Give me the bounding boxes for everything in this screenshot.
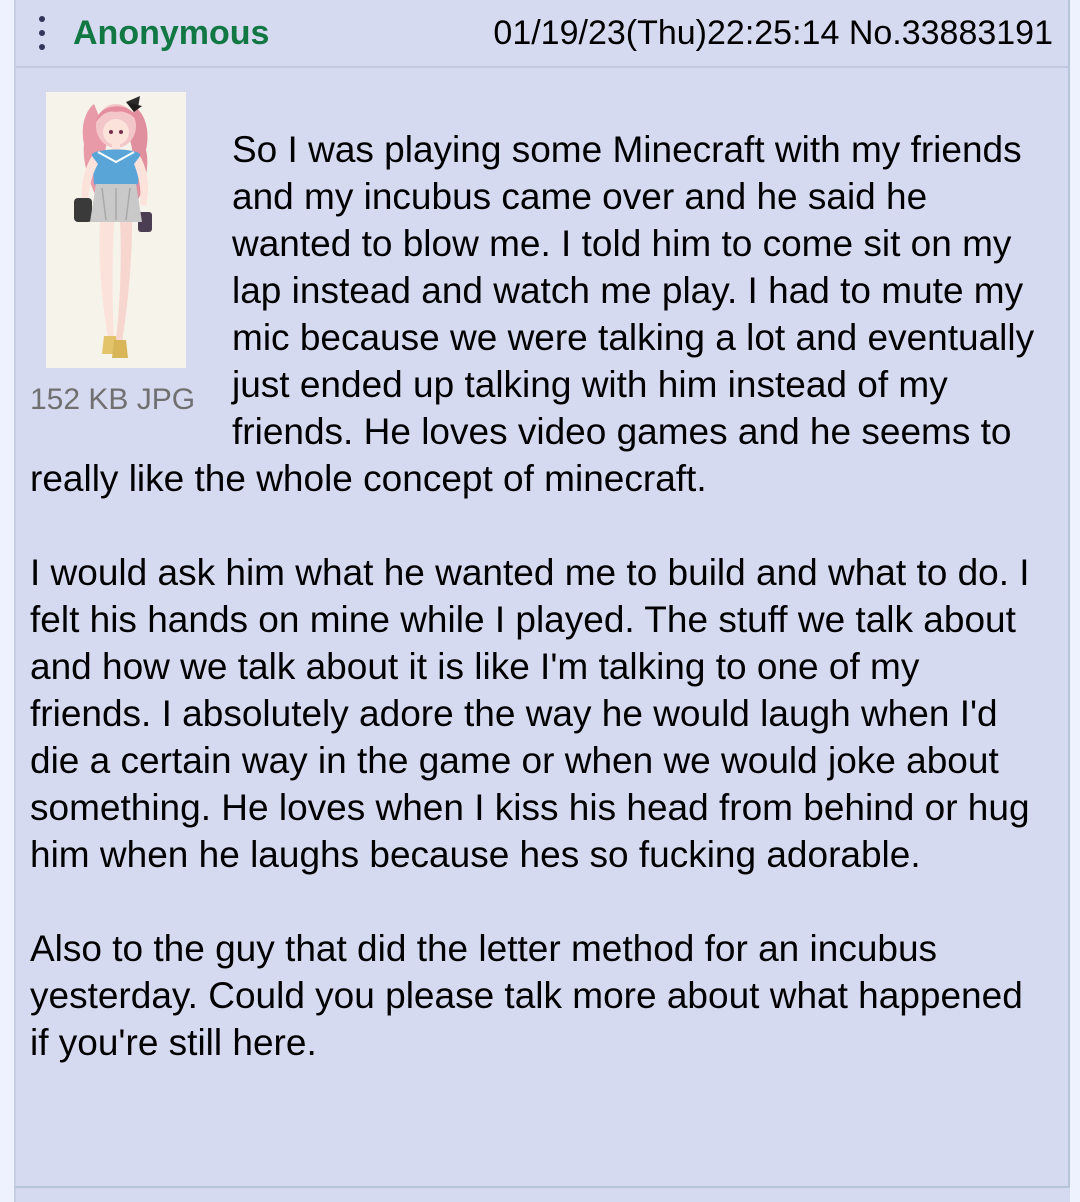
post-date: 01/19/23(Thu)22:25:14 bbox=[493, 14, 840, 52]
next-post-edge bbox=[14, 1188, 1070, 1202]
post-meta: 01/19/23(Thu)22:25:14 No.33883191 bbox=[493, 12, 1053, 54]
poster-name: Anonymous bbox=[73, 14, 270, 52]
post-number[interactable]: No.33883191 bbox=[849, 14, 1053, 52]
post-menu-icon[interactable] bbox=[36, 16, 48, 52]
post-paragraph-3: Also to the guy that did the letter meth… bbox=[30, 928, 1023, 1063]
post-message: So I was playing some Minecraft with my … bbox=[30, 126, 1040, 1066]
post-header: Anonymous 01/19/23(Thu)22:25:14 No.33883… bbox=[16, 0, 1068, 68]
post-paragraph-2: I would ask him what he wanted me to bui… bbox=[30, 552, 1030, 875]
thumbnail-spacer bbox=[30, 126, 232, 434]
